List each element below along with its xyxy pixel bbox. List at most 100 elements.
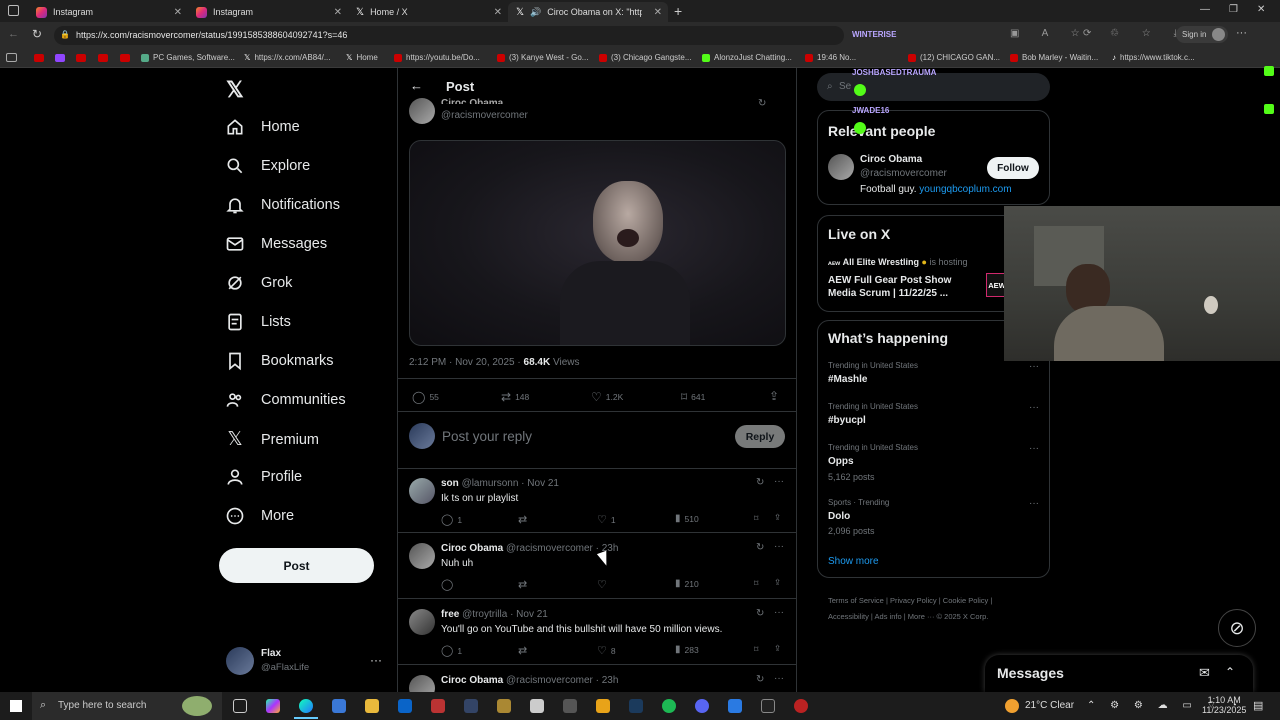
more-icon[interactable]: ··· [1029, 361, 1039, 372]
grok-icon[interactable]: ↻ [756, 674, 764, 685]
trend-name[interactable]: Opps [828, 456, 854, 467]
reply-action[interactable]: ◯ 1 [441, 644, 462, 657]
maximize-button[interactable]: ❐ [1229, 4, 1238, 15]
views-action[interactable]: ▮ 283 [675, 644, 699, 655]
footer-link[interactable]: Ads info [875, 612, 902, 621]
refresh-icon[interactable]: ↻ [32, 27, 42, 41]
twitch-icon[interactable] [55, 54, 65, 62]
reply-row[interactable]: Ciroc Obama @racismovercomer · 23h ↻ ··· [398, 665, 796, 692]
reply-input[interactable]: Post your reply [442, 429, 532, 444]
new-tab-button[interactable]: + [674, 3, 682, 19]
reply-row[interactable]: son @lamursonn · Nov 21 Ik ts on ur play… [398, 468, 796, 533]
nav-explore[interactable]: Explore [225, 156, 310, 176]
footer-link[interactable]: Cookie Policy [943, 596, 988, 605]
task-view-icon[interactable] [233, 699, 247, 713]
store-icon[interactable] [332, 699, 346, 713]
close-icon[interactable]: ✕ [654, 7, 662, 18]
more-icon[interactable]: ··· [774, 541, 784, 552]
nav-profile[interactable]: Profile [225, 467, 302, 487]
repost-action[interactable]: ⇄ [518, 644, 527, 657]
reply-row[interactable]: free @troytrilla · Nov 21 You'll go on Y… [398, 599, 796, 665]
trend-name[interactable]: #byucpl [828, 415, 866, 426]
windows-start-icon[interactable] [10, 700, 22, 712]
x-app-icon[interactable] [761, 699, 775, 713]
bookmark-item[interactable]: 𝕏 Home [346, 53, 378, 62]
footer-link[interactable]: Privacy Policy [890, 596, 937, 605]
close-icon[interactable]: ✕ [334, 7, 342, 18]
close-window-button[interactable]: ✕ [1257, 4, 1265, 15]
close-icon[interactable]: ✕ [174, 7, 182, 18]
taskbar-search[interactable]: ⌕ Type here to search [32, 692, 222, 720]
file-explorer-icon[interactable] [365, 699, 379, 713]
share-icon[interactable]: ⇪ [774, 512, 781, 523]
bookmark-item[interactable]: https://youtu.be/Do... [394, 53, 480, 62]
steam-icon[interactable] [629, 699, 643, 713]
grok-fab-icon[interactable]: ⊘ [1218, 609, 1256, 647]
post-video[interactable] [409, 140, 786, 346]
minimize-button[interactable]: — [1200, 4, 1210, 15]
outlook-icon[interactable] [398, 699, 412, 713]
avatar[interactable] [409, 675, 435, 692]
tab-instagram-1[interactable]: Instagram ✕ [28, 2, 188, 22]
nav-messages[interactable]: Messages [225, 234, 327, 254]
x-logo-icon[interactable]: 𝕏 [226, 77, 244, 103]
views-action[interactable]: ▮ 510 [675, 513, 699, 524]
avatar[interactable] [409, 543, 435, 569]
nav-notifications[interactable]: Notifications [225, 195, 340, 215]
spotify-icon[interactable] [662, 699, 676, 713]
more-icon[interactable]: ··· [774, 476, 784, 487]
like-action[interactable]: ♡ 1 [597, 513, 616, 526]
share-icon[interactable]: ⇪ [774, 577, 781, 588]
nav-bookmarks[interactable]: Bookmarks [225, 351, 334, 371]
reply-action[interactable]: ◯ 1 [441, 513, 462, 526]
tab-instagram-2[interactable]: Instagram ✕ [188, 2, 348, 22]
discord-icon[interactable] [695, 699, 709, 713]
compose-message-icon[interactable]: ✉ [1199, 665, 1210, 681]
reply-row[interactable]: Ciroc Obama @racismovercomer · 23h Nuh u… [398, 533, 796, 599]
app-icon[interactable] [794, 699, 808, 713]
live-host[interactable]: ᴀᴇᴡ All Elite Wrestling ● is hosting [828, 257, 968, 267]
avatar[interactable] [409, 609, 435, 635]
like-action[interactable]: ♡ 1.2K [591, 390, 623, 404]
weather-text[interactable]: 21°C Clear [1025, 700, 1074, 711]
bookmark-action[interactable]: ⌑ 641 [681, 390, 705, 404]
reply-button[interactable]: Reply [735, 425, 785, 448]
reply-action[interactable]: ◯ 55 [412, 390, 439, 404]
footer-link[interactable]: Accessibility [828, 612, 869, 621]
url-field[interactable]: 🔒 https://x.com/racismovercomer/status/1… [54, 26, 844, 45]
share-icon[interactable]: ⇪ [769, 389, 779, 403]
weather-icon[interactable] [1005, 699, 1019, 713]
tab-ciroc-obama[interactable]: 𝕏 🔊 Ciroc Obama on X: "https:// ✕ [508, 2, 668, 22]
back-arrow-icon[interactable]: ← [410, 78, 423, 93]
avatar[interactable] [409, 478, 435, 504]
clock[interactable]: 1:10 AM 11/23/2025 [1202, 695, 1246, 715]
messages-dock[interactable]: Messages ✉ ⌃ [985, 655, 1253, 692]
reply-action[interactable]: ◯ [441, 578, 453, 591]
post-button[interactable]: Post [219, 548, 374, 583]
bookmark-icon[interactable]: ⌑ [754, 513, 758, 524]
edge-icon[interactable] [299, 699, 313, 713]
app-icon[interactable] [563, 699, 577, 713]
avatar[interactable] [226, 647, 254, 675]
person-link[interactable]: youngqbcoplum.com [919, 184, 1011, 195]
copilot-icon[interactable] [266, 699, 280, 713]
like-action[interactable]: ♡ 8 [597, 644, 616, 657]
grok-icon[interactable]: ↻ [756, 542, 764, 553]
app-icon[interactable] [530, 699, 544, 713]
more-icon[interactable]: ··· [1029, 443, 1039, 454]
back-icon[interactable]: ← [8, 28, 19, 40]
grok-icon[interactable]: ↻ [758, 98, 766, 109]
account-menu-icon[interactable]: ··· [370, 653, 382, 667]
youtube-icon[interactable] [120, 54, 130, 62]
speaker-icon[interactable]: 🔊 [530, 7, 541, 18]
bookmarks-icon[interactable] [6, 53, 17, 62]
app-icon[interactable] [431, 699, 445, 713]
youtube-icon[interactable] [76, 54, 86, 62]
more-icon[interactable]: ··· [774, 673, 784, 684]
repost-action[interactable]: ⇄ 148 [501, 390, 529, 404]
bookmark-item[interactable]: 𝕏https://x.com/AB84/... [244, 53, 330, 62]
more-icon[interactable]: ··· [1029, 402, 1039, 413]
views-action[interactable]: ▮ 210 [675, 578, 699, 589]
close-icon[interactable]: ✕ [494, 7, 502, 18]
live-show-title[interactable]: AEW Full Gear Post Show Media Scrum | 11… [828, 274, 963, 300]
